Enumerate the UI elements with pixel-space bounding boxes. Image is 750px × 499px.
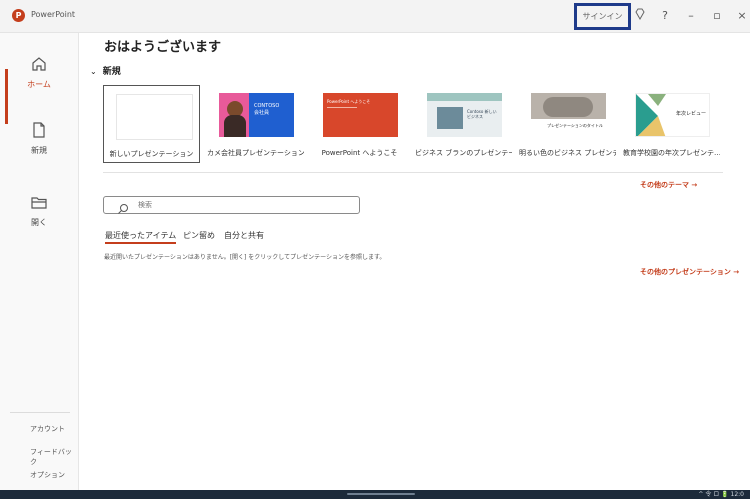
template-thumbnail: Contoso 新しいビジネス — [427, 93, 502, 137]
title-bar: P PowerPoint サインイン ? – ▫ × — [0, 0, 750, 33]
template-thumbnail — [116, 94, 193, 140]
sidebar-item-label: 新規 — [31, 146, 47, 155]
greeting-heading: おはようございます — [104, 40, 222, 55]
sidebar-item-options[interactable]: オプション — [30, 470, 65, 480]
template-name: 新しいプレゼンテーション — [109, 150, 194, 158]
template-gallery: 新しいプレゼンテーション CONTOSO 会社員 カメ会社員プレゼンテーション … — [103, 85, 723, 165]
template-name: 教育学校園の年次プレゼンテ… — [623, 149, 720, 157]
sidebar-item-open[interactable]: 開く — [0, 192, 78, 228]
tab-recent[interactable]: 最近使ったアイテム — [105, 230, 177, 244]
template-name: ビジネス ブランのプレゼンテー… — [415, 149, 512, 157]
help-button[interactable]: ? — [657, 8, 673, 24]
tab-shared-with-me[interactable]: 自分と共有 — [224, 230, 264, 241]
template-thumbnail: PowerPoint へようこそ — [323, 93, 398, 137]
section-title: 新規 — [102, 67, 121, 77]
sign-in-button[interactable]: サインイン — [574, 3, 631, 30]
template-bright-business[interactable]: プレゼンテーションのタイトル 明るい色のビジネス プレゼンテ… — [519, 85, 616, 163]
new-section-header[interactable]: ⌄ 新規 — [90, 64, 121, 77]
template-annual-review[interactable]: 年次レビュー 教育学校園の年次プレゼンテ… — [623, 85, 720, 163]
sidebar-item-home[interactable]: ホーム — [0, 54, 78, 90]
tab-pinned[interactable]: ピン留め — [183, 230, 215, 241]
home-icon — [29, 54, 49, 74]
template-thumbnail: 年次レビュー — [635, 93, 710, 137]
taskbar-indicator — [347, 493, 415, 495]
template-name: PowerPoint へようこそ — [321, 149, 398, 157]
search-input[interactable] — [138, 198, 348, 212]
template-thumbnail: プレゼンテーションのタイトル — [531, 93, 606, 137]
thumb-text: Contoso 新しいビジネス — [467, 109, 497, 119]
system-tray[interactable]: ^ 令 ロ 🔋 12:0 — [698, 490, 744, 499]
restore-button[interactable]: ▫ — [709, 8, 725, 24]
os-taskbar: ^ 令 ロ 🔋 12:0 — [0, 490, 750, 499]
search-box[interactable] — [103, 196, 360, 214]
template-business-plan[interactable]: Contoso 新しいビジネス ビジネス ブランのプレゼンテー… — [415, 85, 512, 163]
powerpoint-logo-icon: P — [12, 9, 25, 22]
more-presentations-link[interactable]: その他のプレゼンテーション → — [640, 267, 739, 277]
sidebar-item-feedback[interactable]: フィードバック — [30, 447, 78, 467]
sidebar-item-label: ホーム — [27, 80, 51, 89]
minimize-button[interactable]: – — [683, 8, 699, 24]
sidebar-divider — [10, 412, 70, 413]
template-name: 明るい色のビジネス プレゼンテ… — [519, 149, 616, 157]
thumb-text: プレゼンテーションのタイトル — [547, 123, 603, 128]
new-file-icon — [29, 120, 49, 140]
template-camera[interactable]: CONTOSO 会社員 カメ会社員プレゼンテーション — [207, 85, 304, 163]
thumb-text: PowerPoint へようこそ — [327, 99, 371, 104]
close-button[interactable]: × — [734, 8, 750, 24]
empty-recent-message: 最近開いたプレゼンテーションはありません。[開く] をクリックしてプレゼンテーシ… — [104, 254, 386, 261]
template-name: カメ会社員プレゼンテーション — [207, 149, 304, 157]
chevron-down-icon: ⌄ — [90, 67, 97, 76]
sidebar-item-new[interactable]: 新規 — [0, 120, 78, 156]
search-icon — [117, 200, 129, 214]
sidebar-item-account[interactable]: アカウント — [30, 424, 65, 434]
folder-open-icon — [29, 192, 49, 212]
template-thumbnail: CONTOSO 会社員 — [219, 93, 294, 137]
section-divider — [103, 172, 723, 173]
sidebar: ホーム 新規 開く アカウント フィードバック オプション — [0, 33, 79, 490]
premium-diamond-icon[interactable] — [632, 8, 648, 24]
thumb-text: 年次レビュー — [676, 111, 707, 117]
app-title: PowerPoint — [31, 10, 76, 19]
sidebar-item-label: 開く — [31, 218, 47, 227]
template-welcome[interactable]: PowerPoint へようこそ PowerPoint へようこそ — [311, 85, 408, 163]
more-themes-link[interactable]: その他のテーマ → — [640, 180, 697, 190]
thumb-text: 会社員 — [254, 110, 270, 116]
template-blank[interactable]: 新しいプレゼンテーション — [103, 85, 200, 163]
